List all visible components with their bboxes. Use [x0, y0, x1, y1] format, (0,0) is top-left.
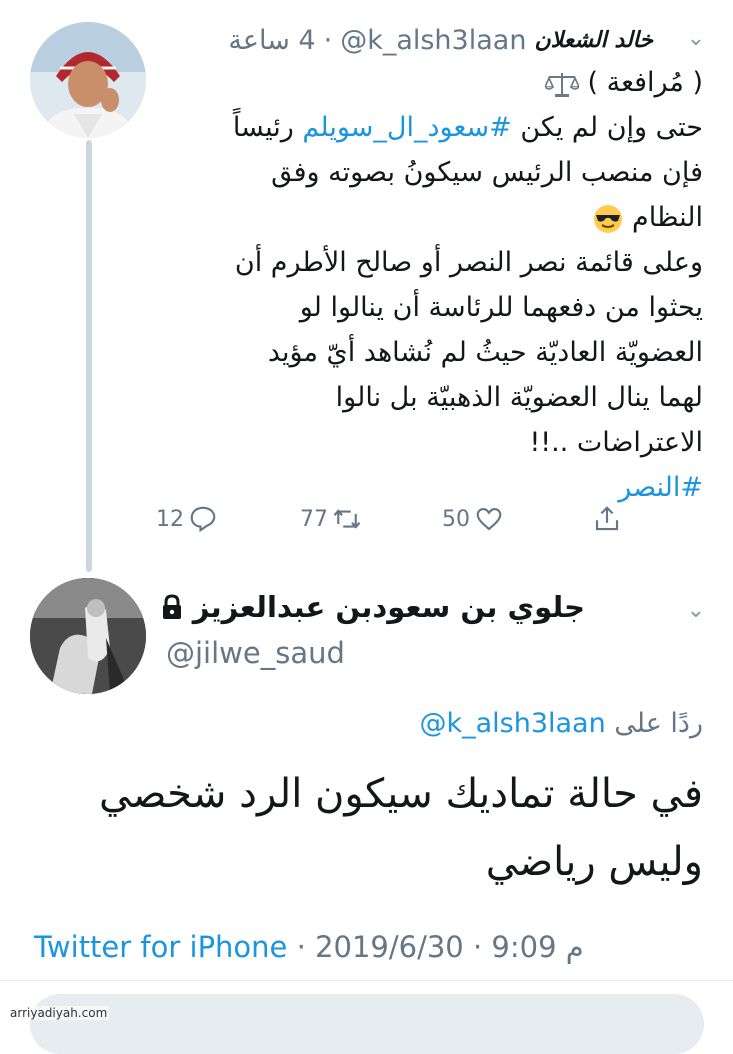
tweet1-action-bar: 12 77 50 — [0, 500, 733, 540]
tweet1-line-6: يحثوا من دفعهما للرئاسة أن ينالوا لو — [299, 292, 703, 323]
meta-separator: · — [472, 930, 492, 964]
retweet-button[interactable]: 77 — [300, 504, 362, 534]
avatar[interactable] — [30, 578, 146, 694]
like-count: 50 — [442, 506, 470, 532]
reply-count: 12 — [156, 506, 184, 532]
tweet1-timestamp[interactable]: 4 ساعة — [228, 25, 315, 56]
avatar-image — [30, 22, 146, 138]
reply-icon — [190, 506, 216, 533]
tweet2-line-1: في حالة تماديك سيكون الرد شخصي — [99, 771, 703, 817]
tweet2-author-name[interactable]: جلوي بن سعودبن عبدالعزيز — [193, 590, 585, 624]
tweet2-author[interactable]: جلوي بن سعودبن عبدالعزيز — [161, 590, 585, 624]
tweet1-line-4: النظام — [143, 195, 703, 240]
tweet1-header: خالد الشعلان @k_alsh3laan · 4 ساعة — [228, 20, 653, 60]
tweet2-author-handle[interactable]: @jilwe_saud — [166, 636, 345, 670]
tweet1-text: ( مُرافعة ) حتى وإن لم يكن #سعود_ال_سويل… — [143, 60, 703, 510]
hashtag-link[interactable]: #سعود_ال_سويلم — [302, 112, 511, 143]
heart-icon — [476, 507, 502, 531]
lock-icon — [162, 594, 181, 619]
share-icon — [595, 506, 619, 531]
scale-icon — [544, 72, 579, 97]
source-link[interactable]: Twitter for iPhone — [34, 930, 287, 964]
watermark: arriyadiyah.com — [8, 1006, 110, 1020]
tweet1-line-7: العضويّة العاديّة حيثُ لم نُشاهد أيّ مؤي… — [267, 337, 703, 368]
chevron-down-icon[interactable]: ⌄ — [687, 598, 705, 623]
tweet1-line-2: حتى وإن لم يكن #سعود_ال_سويلم رئيساً — [232, 112, 703, 143]
avatar-image — [30, 578, 146, 694]
tweet2-time: 9:09 م — [491, 930, 584, 964]
tweet1-line-8: لهما ينال العضويّة الذهبيّة بل نالوا — [335, 382, 703, 413]
tweet1-author-handle[interactable]: @k_alsh3laan — [340, 25, 526, 56]
avatar[interactable] — [30, 22, 146, 138]
tweet1-line-5: وعلى قائمة نصر النصر أو صالح الأطرم أن — [234, 247, 703, 278]
share-button[interactable] — [592, 504, 622, 534]
chevron-down-icon[interactable]: ⌄ — [687, 26, 705, 51]
divider — [0, 980, 733, 981]
replying-to-label: ردًا على — [614, 708, 703, 739]
like-button[interactable]: 50 — [442, 504, 504, 534]
tweet2-line-2: وليس رياضي — [485, 839, 703, 885]
meta-separator: · — [296, 930, 316, 964]
reply-input[interactable] — [30, 994, 704, 1054]
sunglasses-emoji-icon — [594, 204, 623, 233]
retweet-icon — [333, 509, 361, 529]
header-separator: · — [323, 24, 333, 56]
tweet2-text: في حالة تماديك سيكون الرد شخصي وليس رياض… — [63, 760, 703, 896]
tweet1-line-3: فإن منصب الرئيس سيكونُ بصوته وفق — [271, 157, 703, 188]
tweet2-meta: Twitter for iPhone · 2019/6/30 · 9:09 م — [34, 930, 584, 964]
reply-mention-link[interactable]: @k_alsh3laan — [419, 708, 605, 739]
tweet1-line-1: ( مُرافعة ) — [143, 60, 703, 105]
retweet-count: 77 — [300, 506, 328, 532]
tweet2-date: 2019/6/30 — [315, 930, 464, 964]
reply-button[interactable]: 12 — [156, 504, 218, 534]
tweet1-line-9: الاعتراضات ..!! — [529, 427, 703, 458]
tweet1-author-name[interactable]: خالد الشعلان — [534, 27, 653, 53]
replying-to: ردًا على @k_alsh3laan — [419, 708, 703, 739]
